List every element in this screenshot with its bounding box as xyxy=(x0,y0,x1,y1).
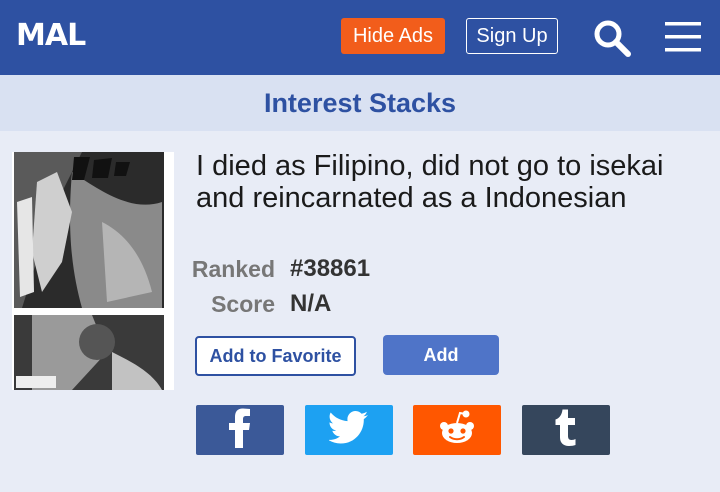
ranked-label: Ranked xyxy=(191,256,275,282)
manga-title[interactable]: I died as Filipino, did not go to isekai… xyxy=(196,150,696,214)
tumblr-share-button[interactable] xyxy=(522,405,610,455)
section-title: Interest Stacks xyxy=(0,75,720,131)
tumblr-icon xyxy=(554,409,578,452)
score-value: N/A xyxy=(290,290,332,317)
sign-up-button[interactable]: Sign Up xyxy=(466,18,558,54)
reddit-icon xyxy=(437,410,477,451)
twitter-share-button[interactable] xyxy=(305,405,393,455)
hamburger-menu-icon[interactable] xyxy=(664,20,702,54)
ranked-value: #38861 xyxy=(290,255,371,282)
facebook-share-button[interactable] xyxy=(196,405,284,455)
add-to-list-button[interactable]: Add xyxy=(383,335,499,375)
manga-cover-image[interactable] xyxy=(12,152,174,390)
hide-ads-button[interactable]: Hide Ads xyxy=(341,18,445,54)
top-navigation-bar: MAL Hide Ads Sign Up xyxy=(0,0,720,75)
search-icon[interactable] xyxy=(592,18,632,58)
twitter-icon xyxy=(328,410,369,450)
add-to-favorite-button[interactable]: Add to Favorite xyxy=(195,336,356,376)
reddit-share-button[interactable] xyxy=(413,405,501,455)
score-label: Score xyxy=(211,291,275,317)
mal-logo[interactable]: MAL xyxy=(16,18,86,53)
facebook-icon xyxy=(228,408,252,453)
